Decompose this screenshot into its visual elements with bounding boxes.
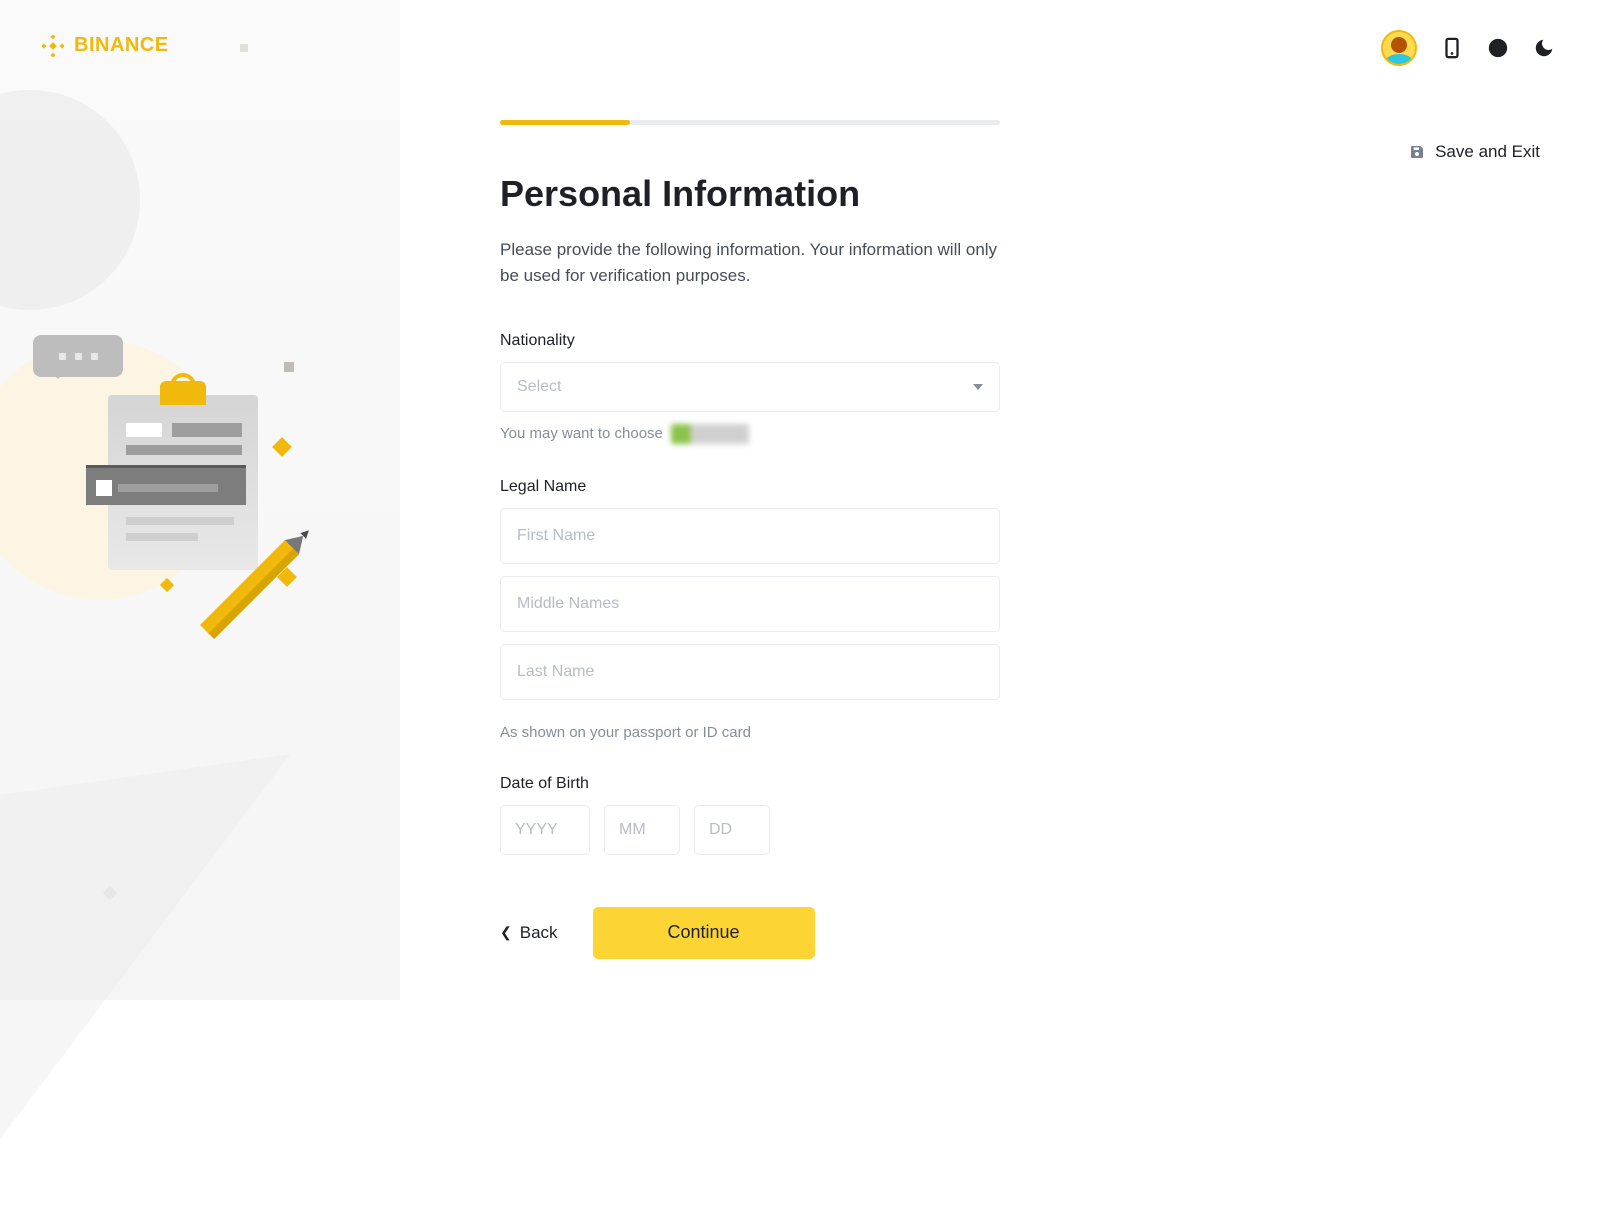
- dob-label: Date of Birth: [500, 775, 1000, 793]
- nationality-hint: You may want to choose: [500, 425, 663, 442]
- nationality-label: Nationality: [500, 332, 1000, 350]
- brand-name: BINANCE: [74, 34, 169, 57]
- user-avatar[interactable]: [1381, 30, 1417, 66]
- clipboard-graphic: [108, 395, 258, 570]
- mobile-icon[interactable]: [1441, 37, 1463, 59]
- dob-year-input[interactable]: [500, 805, 590, 855]
- save-and-exit-button[interactable]: Save and Exit: [1409, 142, 1540, 162]
- first-name-input[interactable]: [500, 508, 1000, 564]
- speech-bubble-graphic: [33, 335, 123, 377]
- page-subtitle: Please provide the following information…: [500, 237, 1000, 290]
- brand-logo[interactable]: BINANCE: [42, 34, 169, 57]
- legal-name-label: Legal Name: [500, 478, 1000, 496]
- last-name-input[interactable]: [500, 644, 1000, 700]
- dob-day-input[interactable]: [694, 805, 770, 855]
- binance-icon: [42, 35, 64, 57]
- back-label: Back: [520, 923, 558, 943]
- chevron-left-icon: ❮: [500, 924, 512, 941]
- nationality-placeholder: Select: [517, 378, 561, 396]
- suggested-country-redacted[interactable]: [671, 424, 749, 444]
- page-title: Personal Information: [500, 173, 1000, 215]
- progress-bar: [500, 120, 1000, 125]
- dark-mode-icon[interactable]: [1533, 37, 1555, 59]
- middle-names-input[interactable]: [500, 576, 1000, 632]
- legal-name-hint: As shown on your passport or ID card: [500, 724, 751, 741]
- continue-button[interactable]: Continue: [593, 907, 815, 959]
- sidebar-illustration: BINANCE: [0, 0, 400, 1000]
- chevron-down-icon: [973, 384, 983, 390]
- save-exit-label: Save and Exit: [1435, 142, 1540, 162]
- dob-month-input[interactable]: [604, 805, 680, 855]
- back-button[interactable]: ❮ Back: [500, 923, 558, 943]
- nationality-select[interactable]: Select: [500, 362, 1000, 412]
- globe-icon[interactable]: [1487, 37, 1509, 59]
